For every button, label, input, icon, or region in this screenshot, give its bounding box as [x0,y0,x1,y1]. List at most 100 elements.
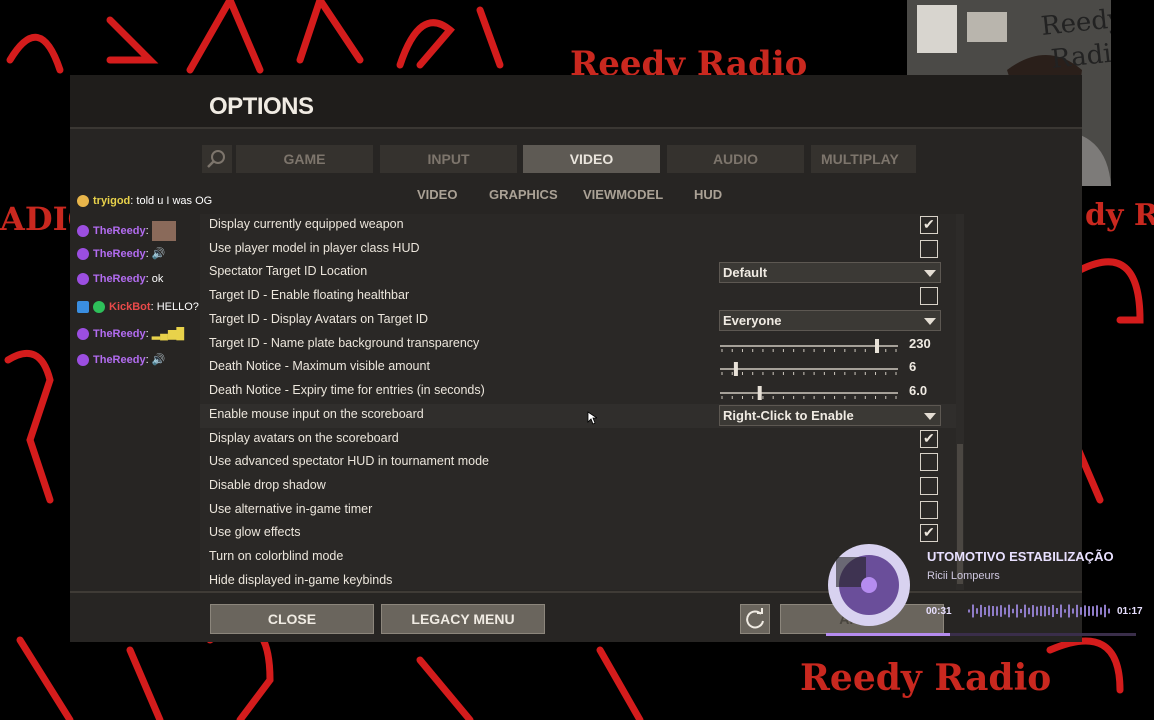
chat-message: TheReedy: ok [77,273,163,293]
option-row-alt-timer: Use alternative in-game timer [200,499,956,523]
chevron-down-icon [924,318,936,325]
checkbox-alt-timer[interactable] [920,501,938,519]
dialog-title: OPTIONS [209,93,314,120]
option-label: Use advanced spectator HUD in tournament… [209,454,490,468]
waveform-bar [1012,608,1014,614]
waveform-bar [992,606,994,616]
track-progress-bar [826,633,1136,636]
tab-input[interactable]: INPUT [380,145,517,173]
search-button[interactable] [202,145,232,173]
chat-text: HELLO? [156,301,199,313]
waveform-bar [1008,604,1010,618]
now-playing-widget: UTOMOTIVO ESTABILIZAÇÃO Ricii Lompeurs 0… [826,540,1143,640]
chat-message: TheReedy: ▂▄▆█ [77,327,184,347]
option-label: Target ID - Name plate background transp… [209,336,480,350]
dropdown-value: Right-Click to Enable [723,408,854,423]
options-scrollbar[interactable] [956,214,964,590]
waveform-bar [968,609,970,613]
slider-death-notice-max[interactable] [720,362,898,376]
album-art [828,544,910,626]
checkbox-scoreboard-avatars[interactable] [920,430,938,448]
chat-message: TheReedy: 🔊 [77,247,165,267]
checkbox-player-model[interactable] [920,240,938,258]
mic-icon [77,225,89,237]
subtab-hud[interactable]: HUD [694,187,722,202]
tab-audio[interactable]: AUDIO [667,145,804,173]
chat-text: told u I was OG [136,195,213,207]
chat-message: TheReedy: [77,221,176,241]
waveform-bar [984,607,986,615]
mic-icon [77,273,89,286]
tab-multiplayer[interactable]: MULTIPLAY [811,145,916,173]
slider-value: 6.0 [909,383,928,398]
option-label: Target ID - Enable floating healthbar [209,288,410,302]
waveform-bar [1044,605,1046,617]
dropdown-spectator-target-id[interactable]: Default [719,262,941,283]
waveform-bar [980,604,982,618]
mouse-cursor-icon [587,411,597,425]
close-button[interactable]: CLOSE [210,604,374,634]
svg-text:Reedy Radio: Reedy Radio [800,657,1051,699]
chat-username: TheReedy [93,248,146,260]
tab-game[interactable]: GAME [236,145,373,173]
chat-username: TheReedy [93,354,146,366]
option-label: Enable mouse input on the scoreboard [209,407,424,421]
slider-knob[interactable] [757,386,762,400]
waveform-bar [1104,604,1106,618]
chevron-down-icon [924,270,936,277]
mic-icon [77,354,89,367]
waveform-bar [976,608,978,614]
option-row-avatars-target-id: Target ID - Display Avatars on Target ID… [200,309,956,333]
dropdown-avatars-target-id[interactable]: Everyone [719,310,941,331]
slider-knob[interactable] [733,362,738,376]
slider-knob[interactable] [875,339,879,353]
chat-message: TheReedy: 🔊 [77,353,165,373]
waveform-bar [1016,604,1018,618]
waveform-bar [1064,609,1066,613]
sub-tabs: VIDEO GRAPHICS VIEWMODEL HUD [70,187,1082,205]
track-elapsed: 00:31 [926,606,952,617]
waveform-bar [1056,608,1058,614]
track-progress-fill [826,633,950,636]
waveform-bar [1032,605,1034,617]
title-bar: OPTIONS [70,75,1082,129]
subtab-viewmodel[interactable]: VIEWMODEL [583,187,663,202]
chat-username: TheReedy [93,224,146,237]
subtab-video[interactable]: VIDEO [417,187,457,202]
subtab-graphics[interactable]: GRAPHICS [489,187,558,202]
badge-icon [77,195,89,208]
chat-username: tryigod [93,195,131,207]
slider-nameplate-transparency[interactable] [720,339,898,353]
option-label: Display avatars on the scoreboard [209,431,399,445]
verified-icon [93,301,105,314]
slider-death-notice-expiry[interactable] [720,386,898,400]
option-row-scoreboard-avatars: Display avatars on the scoreboard [200,428,956,452]
waveform-bar [1020,608,1022,614]
hud-options-list: Display currently equipped weapon Use pl… [200,214,956,590]
option-label: Use player model in player class HUD [209,241,420,255]
option-label: Spectator Target ID Location [209,264,368,278]
checkbox-advanced-spectator[interactable] [920,453,938,471]
option-row-nameplate-transparency: Target ID - Name plate background transp… [200,333,956,357]
waveform-bar [1040,605,1042,617]
chat-text: ok [151,273,164,285]
waveform-bar [1048,606,1050,616]
dropdown-value: Everyone [723,313,782,328]
checkbox-floating-healthbar[interactable] [920,287,938,305]
option-label: Turn on colorblind mode [209,549,344,563]
option-row-equipped-weapon: Display currently equipped weapon [200,214,956,238]
reset-button[interactable] [740,604,770,634]
waveform-bar [1024,604,1026,618]
tab-video[interactable]: VIDEO [523,145,660,173]
checkbox-equipped-weapon[interactable] [920,216,938,234]
waveform-bar [1028,607,1030,615]
slider-value: 6 [909,359,917,374]
slider-track [720,362,898,376]
waveform-bar [1100,607,1102,615]
dropdown-scoreboard-mouse[interactable]: Right-Click to Enable [719,405,941,426]
waveform-bar [1108,608,1110,614]
speaker-icon: 🔊 [151,354,166,366]
checkbox-drop-shadow[interactable] [920,477,938,495]
legacy-menu-button[interactable]: LEGACY MENU [381,604,545,634]
option-row-death-notice-expiry: Death Notice - Expiry time for entries (… [200,380,956,404]
